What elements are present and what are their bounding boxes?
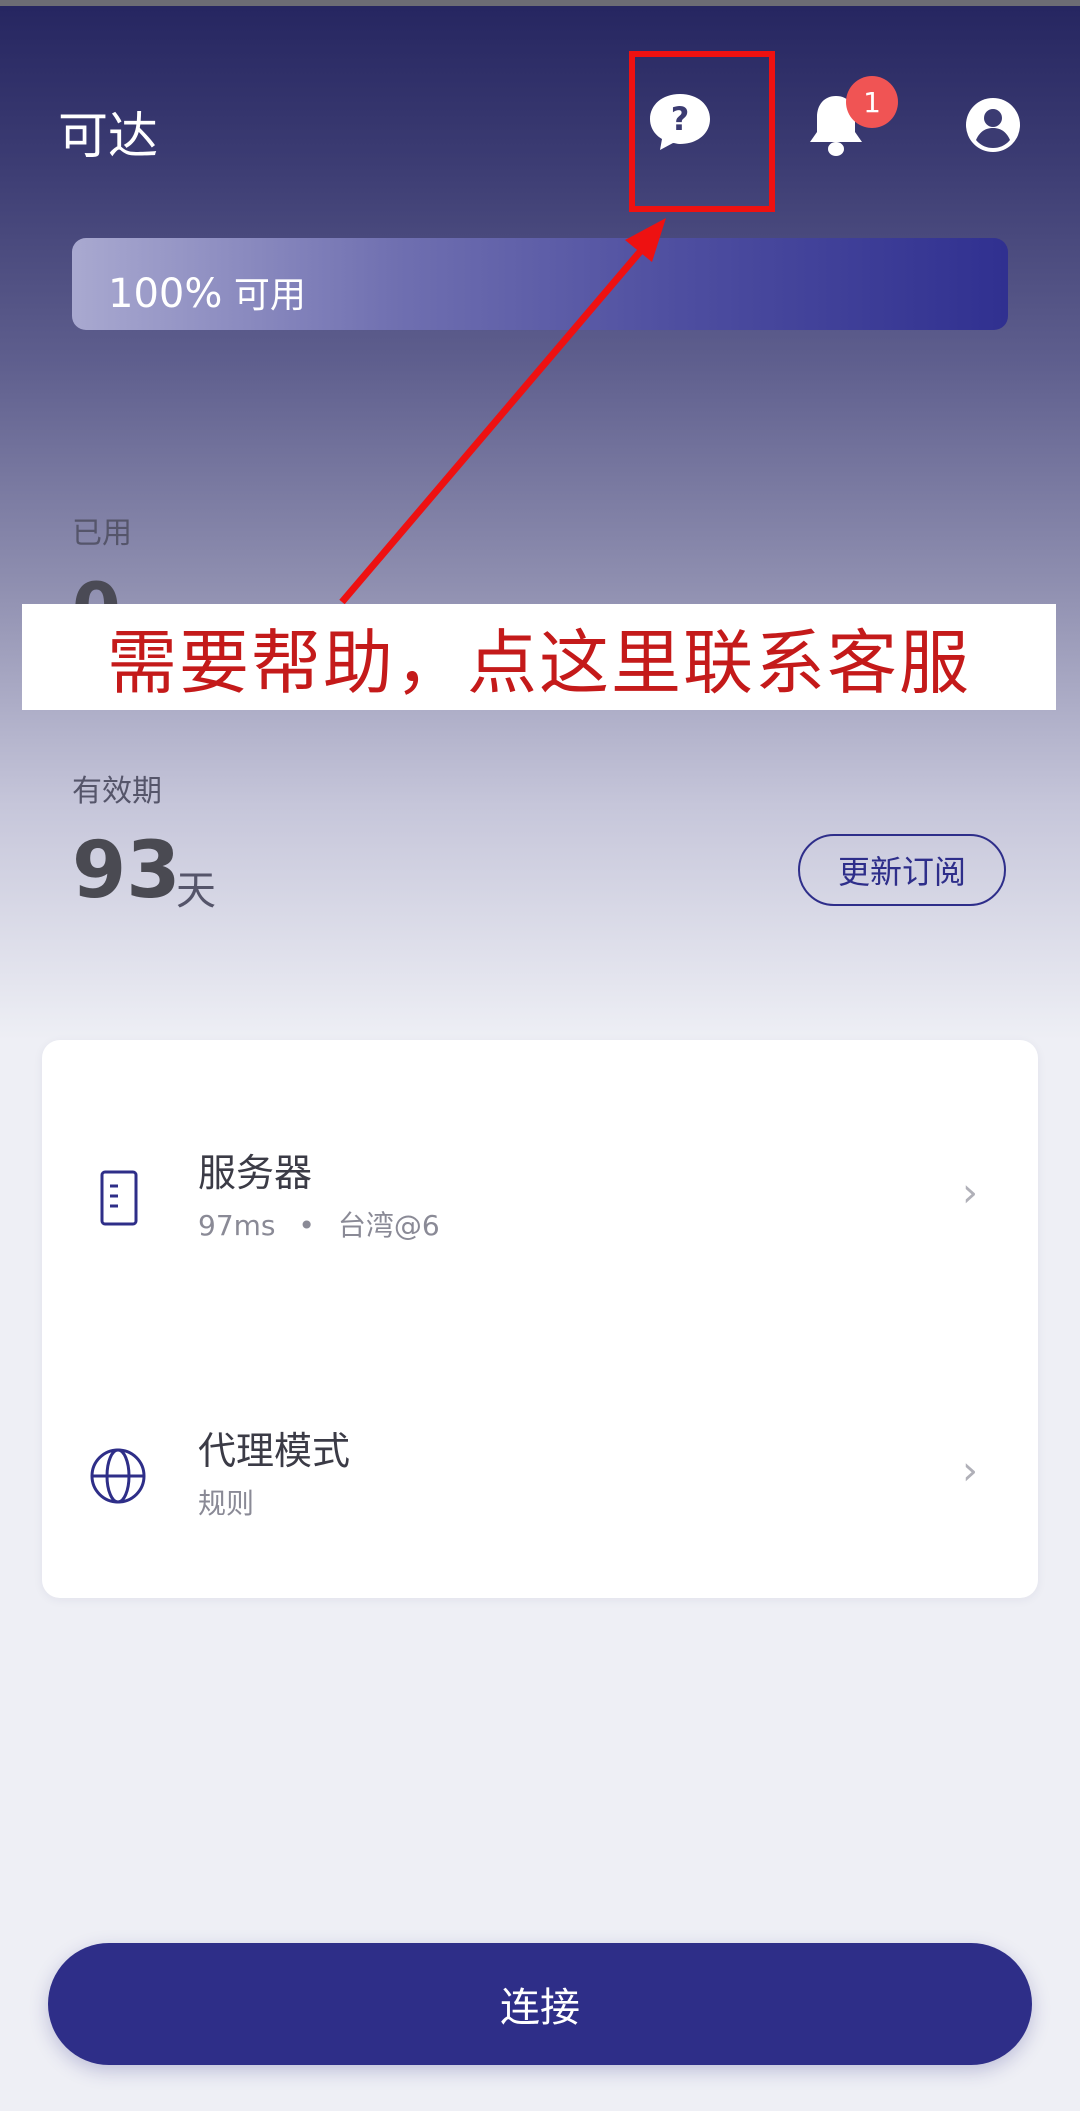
annotation-banner: 需要帮助，点这里联系客服 [22,604,1056,710]
server-location: 台湾@6 [337,1209,440,1242]
validity-label: 有效期 [72,774,162,809]
server-subtitle: 97ms • 台湾@6 [198,1204,440,1244]
proxy-mode-value: 规则 [198,1487,255,1520]
used-label: 已用 [72,516,132,551]
availability-bar: 100% 可用 [72,238,1008,330]
chevron-right-icon: › [962,1170,978,1216]
availability-label: 可用 [233,275,306,316]
server-separator: • [298,1209,315,1242]
validity-unit: 天 [176,868,216,914]
availability-text: 100% 可用 [108,266,306,318]
availability-percent: 100% [108,271,223,317]
proxy-mode-title: 代理模式 [198,1429,351,1473]
connect-button[interactable]: 连接 [48,1943,1032,2065]
settings-card: 服务器 97ms • 台湾@6 › 代理模式 规则 › [42,1040,1038,1598]
status-bar-edge [0,0,1080,6]
globe-icon [90,1448,146,1504]
server-icon [100,1170,138,1226]
profile-button[interactable] [964,96,1022,154]
server-latency: 97ms [198,1209,276,1242]
chevron-right-icon: › [962,1448,978,1494]
profile-icon [966,98,1020,152]
notification-badge: 1 [846,76,898,128]
proxy-mode-row[interactable]: 代理模式 规则 › [42,1396,1038,1596]
server-row[interactable]: 服务器 97ms • 台湾@6 › [42,1118,1038,1318]
app-title: 可达 [58,107,158,165]
validity-days: 93 [72,826,181,916]
server-title: 服务器 [198,1151,313,1195]
annotation-highlight-box [629,51,775,212]
renew-subscription-button[interactable]: 更新订阅 [798,834,1006,906]
